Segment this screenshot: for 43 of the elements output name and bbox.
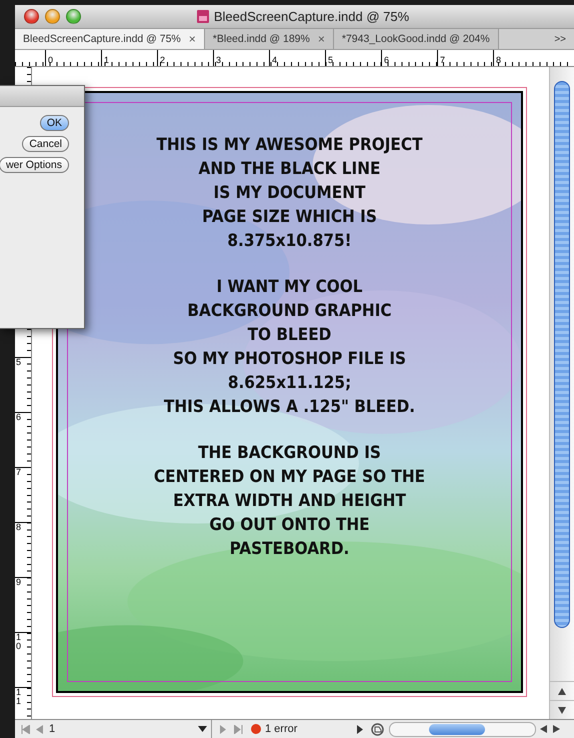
ruler-number: 7 <box>15 468 22 477</box>
ruler-number: 4 <box>271 55 278 65</box>
document-tab[interactable]: *Bleed.indd @ 189% × <box>204 29 334 49</box>
page-text: I WANT MY COOL BACKGROUND GRAPHIC TO BLEED SO MY PHOTOSHOP FILE IS 8.625x11.125; THIS ALLOWS A .125" BLEED. <box>164 276 416 419</box>
ruler-number: 6 <box>15 413 22 422</box>
caret-icon[interactable] <box>198 726 207 732</box>
ruler-number: 9 <box>15 578 22 587</box>
document-icon <box>196 9 210 24</box>
preflight-status[interactable]: 1 error <box>265 723 298 735</box>
dialog-button[interactable]: wer Options <box>0 157 69 173</box>
up-arrow-icon[interactable] <box>558 688 566 694</box>
scroll-left-icon[interactable] <box>540 725 547 733</box>
scrollbar-thumb[interactable] <box>429 724 485 734</box>
close-button[interactable] <box>24 9 39 24</box>
ruler-number: 8 <box>495 55 502 65</box>
ruler-number: 7 <box>439 55 446 65</box>
tab-close-button[interactable]: × <box>318 32 325 46</box>
ruler-number: 8 <box>15 523 22 532</box>
zoom-button[interactable] <box>66 9 81 24</box>
horizontal-scrollbar[interactable] <box>389 722 536 736</box>
tab-close-button[interactable]: × <box>188 32 196 46</box>
page-text: THIS IS MY AWESOME PROJECT AND THE BLACK LINE IS MY DOCUMENT PAGE SIZE WHICH IS 8.375x10.875! <box>156 134 423 253</box>
ruler-number: 6 <box>383 55 390 65</box>
menu-arrow-icon[interactable] <box>357 724 363 734</box>
ruler-number: 10 <box>15 633 22 651</box>
ruler-number: 5 <box>327 55 334 65</box>
document-tab[interactable]: BleedScreenCapture.indd @ 75% × <box>15 29 205 49</box>
dialog-button[interactable]: OK <box>40 115 69 131</box>
document-tab[interactable]: *7943_LookGood.indd @ 204% <box>334 29 499 49</box>
window-title: BleedScreenCapture.indd @ 75% <box>214 9 410 24</box>
dialog-button[interactable]: Cancel <box>22 136 69 152</box>
page-text: THE BACKGROUND IS CENTERED ON MY PAGE SO THE EXTRA WIDTH AND HEIGHT GO OUT ONTO THE PASTEBOARD. <box>154 442 426 561</box>
scroll-right-icon[interactable] <box>553 725 560 733</box>
error-status-icon <box>251 724 261 734</box>
minimize-button[interactable] <box>45 9 60 24</box>
ruler-number: 11 <box>15 688 22 706</box>
ruler-number: 5 <box>15 358 22 367</box>
down-arrow-icon[interactable] <box>558 706 566 714</box>
ruler-number: 3 <box>215 55 222 65</box>
tab-overflow-button[interactable]: >> <box>546 34 574 44</box>
preflight-icon[interactable] <box>371 722 385 736</box>
scrollbar-thumb[interactable] <box>554 81 570 628</box>
page-number-field[interactable]: 1 <box>49 723 56 735</box>
